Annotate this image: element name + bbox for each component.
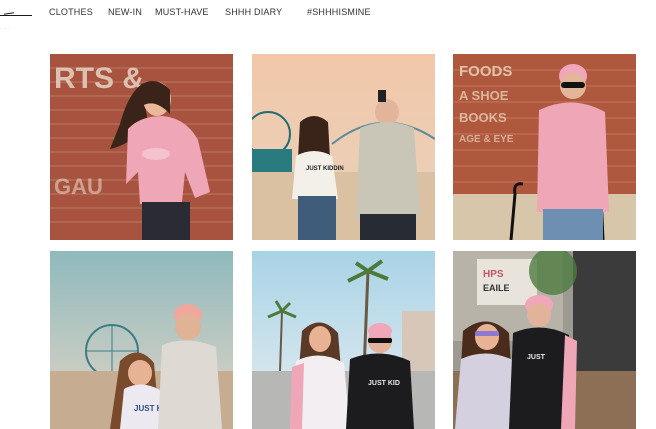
nav-item-must-have[interactable]: MUST-HAVE bbox=[155, 7, 209, 17]
photo-image: RTS & GAU bbox=[50, 54, 233, 240]
photo-tile-5[interactable]: JUST KID bbox=[252, 251, 435, 429]
photo-tile-4[interactable]: JUST KIDD bbox=[50, 251, 233, 429]
svg-text:HPS: HPS bbox=[483, 269, 504, 280]
nav-item-clothes[interactable]: CLOTHES bbox=[49, 7, 93, 17]
svg-text:AGE & EYE: AGE & EYE bbox=[459, 134, 514, 145]
svg-text:JUST KID: JUST KID bbox=[368, 380, 400, 387]
photo-image: JUST KIDDIN bbox=[252, 54, 435, 240]
photo-tile-6[interactable]: HPS EAILE JUST bbox=[453, 251, 636, 429]
nav-item-shhhismine[interactable]: #SHHHISMINE bbox=[307, 7, 371, 17]
photo-image: FOODS A SHOE BOOKS AGE & EYE bbox=[453, 54, 636, 240]
svg-text:RTS &: RTS & bbox=[54, 62, 144, 95]
brand-logo[interactable]: · · · bbox=[0, 6, 34, 32]
svg-text:EAILE: EAILE bbox=[483, 283, 510, 293]
photo-tile-1[interactable]: RTS & GAU bbox=[50, 54, 233, 240]
nav-item-shhh-diary[interactable]: SHHH DIARY bbox=[225, 7, 282, 17]
photo-tile-2[interactable]: JUST KIDDIN bbox=[252, 54, 435, 240]
svg-text:JUST KIDDIN: JUST KIDDIN bbox=[306, 166, 344, 172]
photo-image: HPS EAILE JUST bbox=[453, 251, 636, 429]
nav-item-new-in[interactable]: NEW-IN bbox=[108, 7, 142, 17]
photo-grid: RTS & GAU JUST KIDDIN FOODS A SHOE BOOKS… bbox=[0, 53, 656, 429]
svg-text:A SHOE: A SHOE bbox=[459, 88, 509, 103]
svg-text:BOOKS: BOOKS bbox=[459, 110, 507, 125]
svg-text:JUST: JUST bbox=[527, 354, 546, 361]
photo-tile-3[interactable]: FOODS A SHOE BOOKS AGE & EYE bbox=[453, 54, 636, 240]
photo-image: JUST KID bbox=[252, 251, 435, 429]
photo-image: JUST KIDD bbox=[50, 251, 233, 429]
svg-text:GAU: GAU bbox=[54, 174, 103, 199]
site-header: · · · CLOTHES NEW-IN MUST-HAVE SHHH DIAR… bbox=[0, 0, 656, 54]
svg-text:FOODS: FOODS bbox=[459, 63, 512, 80]
